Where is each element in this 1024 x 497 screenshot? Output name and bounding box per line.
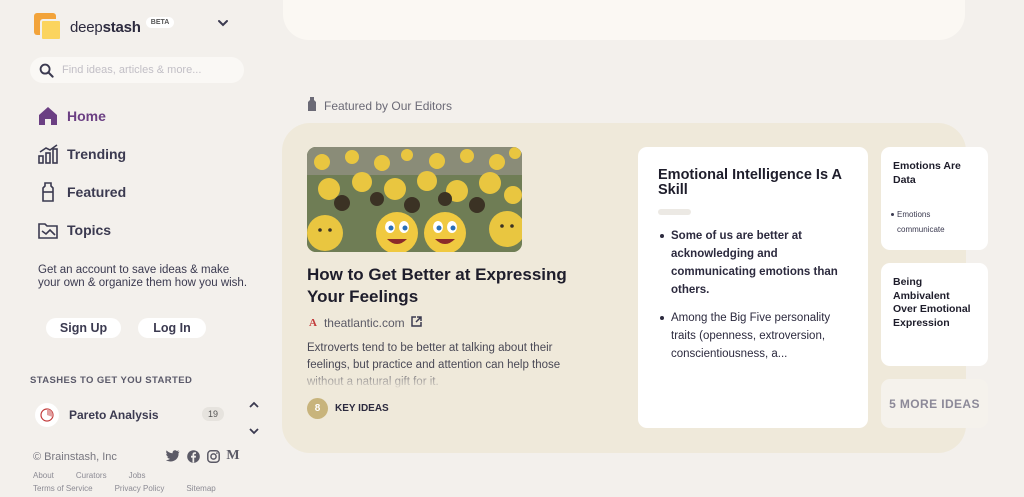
emoji-crowd-illustration <box>307 147 522 252</box>
key-ideas-label: KEY IDEAS <box>335 403 389 414</box>
nav-item-featured[interactable]: Featured <box>36 173 126 211</box>
brand-logo[interactable]: deepstash BETA <box>34 13 234 41</box>
footer-links-row-2: Terms of Service Privacy Policy Sitemap <box>33 484 238 493</box>
the-atlantic-logo-icon: A <box>309 317 317 329</box>
nav-label-home: Home <box>67 108 106 124</box>
signup-promo-text: Get an account to save ideas & make your… <box>38 264 248 289</box>
idea-bullet: Among the Big Five personality traits (o… <box>658 309 858 363</box>
nav-label-featured: Featured <box>67 184 127 200</box>
main-nav: Home Trending Featured Topics <box>36 97 126 249</box>
footer-links-row-1: About Curators Jobs <box>33 471 168 480</box>
brand-name: deepstash <box>70 18 141 36</box>
idea-bullets: Some of us are better at acknowledging a… <box>658 227 858 373</box>
footer-link-curators[interactable]: Curators <box>76 471 107 480</box>
more-ideas-button[interactable]: 5 MORE IDEAS <box>881 379 988 428</box>
sign-up-button[interactable]: Sign Up <box>46 318 121 338</box>
stash-count-badge: 19 <box>202 407 225 421</box>
mini-idea-bullet: Emotions communicate <box>891 207 977 237</box>
footer-link-privacy[interactable]: Privacy Policy <box>115 484 165 493</box>
nav-label-trending: Trending <box>67 146 127 162</box>
article-source-domain: theatlantic.com <box>323 316 405 330</box>
stash-name: Pareto Analysis <box>69 408 159 422</box>
instagram-icon[interactable] <box>206 449 220 463</box>
social-links: M <box>166 448 240 463</box>
featured-small-icon <box>307 97 317 114</box>
nav-label-topics: Topics <box>67 222 112 238</box>
idea-bullet: Some of us are better at acknowledging a… <box>658 227 858 299</box>
log-in-button[interactable]: Log In <box>138 318 206 338</box>
search-box[interactable] <box>30 57 244 83</box>
nav-item-topics[interactable]: Topics <box>36 211 126 249</box>
key-ideas-badge[interactable]: 8 KEY IDEAS <box>307 398 389 419</box>
chevron-down-icon[interactable] <box>216 16 230 30</box>
facebook-icon[interactable] <box>186 449 200 463</box>
search-icon <box>39 63 54 78</box>
key-ideas-count: 8 <box>307 398 328 419</box>
previous-section-card <box>283 0 965 40</box>
beta-badge: BETA <box>145 16 175 28</box>
mini-idea-title: Being Ambivalent Over Emotional Expressi… <box>893 276 971 329</box>
footer-link-jobs[interactable]: Jobs <box>129 471 146 480</box>
copyright-text: © Brainstash, Inc <box>33 451 117 463</box>
medium-icon[interactable]: M <box>226 448 240 463</box>
featured-heading: Featured by Our Editors <box>307 97 452 114</box>
stash-item[interactable]: Pareto Analysis 19 <box>30 402 230 428</box>
footer-link-about[interactable]: About <box>33 471 54 480</box>
featured-heading-label: Featured by Our Editors <box>324 98 453 113</box>
idea-card[interactable]: Emotional Intelligence Is A Skill Some o… <box>638 147 868 428</box>
stash-scroll-arrows[interactable] <box>247 398 261 438</box>
description-fade <box>300 368 590 390</box>
article-hero-image[interactable] <box>307 147 522 252</box>
nav-item-trending[interactable]: Trending <box>36 135 126 173</box>
chevron-down-icon <box>249 428 259 435</box>
nav-item-home[interactable]: Home <box>36 97 126 135</box>
twitter-icon[interactable] <box>166 449 180 463</box>
idea-title: Emotional Intelligence Is A Skill <box>658 167 842 198</box>
stashes-heading: STASHES TO GET YOU STARTED <box>30 375 193 386</box>
search-input[interactable] <box>62 64 232 76</box>
article-title[interactable]: How to Get Better at Expressing Your Fee… <box>307 264 597 308</box>
deepstash-logo-icon <box>34 13 62 41</box>
mini-idea-title: Emotions Are Data <box>893 160 961 186</box>
idea-divider <box>658 209 691 215</box>
topics-icon <box>36 218 60 242</box>
article-source[interactable]: A theatlantic.com <box>309 316 422 330</box>
stash-thumbnail-icon <box>35 403 59 427</box>
sidebar: deepstash BETA Home Trending Featured To… <box>0 0 262 497</box>
external-link-icon[interactable] <box>410 316 422 330</box>
chevron-up-icon <box>249 401 259 408</box>
featured-icon <box>36 180 60 204</box>
footer-link-terms[interactable]: Terms of Service <box>33 484 93 493</box>
home-icon <box>36 104 60 128</box>
mini-idea-card[interactable]: Emotions Are Data Emotions communicate <box>881 147 988 250</box>
footer-link-sitemap[interactable]: Sitemap <box>186 484 215 493</box>
mini-idea-card[interactable]: Being Ambivalent Over Emotional Expressi… <box>881 263 988 366</box>
trending-icon <box>36 142 60 166</box>
